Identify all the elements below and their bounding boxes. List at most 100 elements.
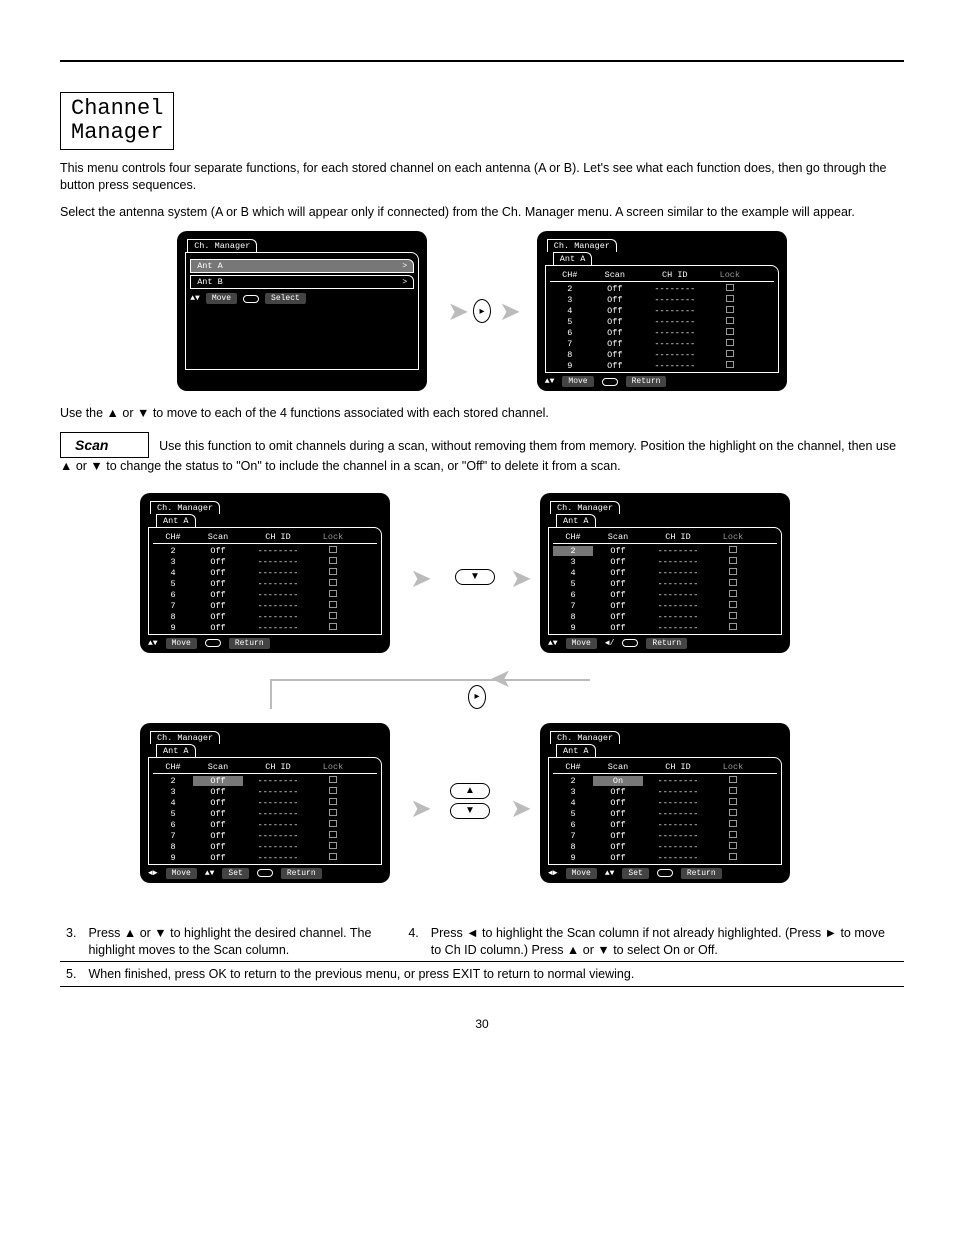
table-cell-lock bbox=[713, 776, 753, 786]
table-cell-chid: -------- bbox=[243, 590, 313, 600]
lock-icon bbox=[729, 842, 737, 849]
lock-icon bbox=[329, 798, 337, 805]
table-cell-lock bbox=[313, 853, 353, 863]
updown-icon: ▲▼ bbox=[148, 639, 158, 648]
table-cell-lock bbox=[713, 831, 753, 841]
table-cell-scan: Off bbox=[593, 853, 643, 863]
table-cell-chid: -------- bbox=[643, 853, 713, 863]
table-cell-chid: -------- bbox=[243, 776, 313, 786]
table-cell-chid: -------- bbox=[643, 601, 713, 611]
table-cell-scan: Off bbox=[193, 579, 243, 589]
table-cell-lock bbox=[713, 601, 753, 611]
table-cell-lock bbox=[713, 568, 753, 578]
table-cell-chid: -------- bbox=[643, 831, 713, 841]
table-cell-lock bbox=[713, 623, 753, 633]
table-cell-scan: Off bbox=[593, 590, 643, 600]
table-cell-lock bbox=[713, 612, 753, 622]
flow-arrow: ➤ ▸ ➤ bbox=[447, 296, 517, 327]
table-cell-lock bbox=[713, 787, 753, 797]
table-cell-ch: 2 bbox=[553, 546, 593, 556]
lock-icon bbox=[729, 776, 737, 783]
table-cell-ch: 7 bbox=[553, 831, 593, 841]
leftright-icon: ◄► bbox=[148, 869, 158, 878]
table-cell-chid: -------- bbox=[243, 579, 313, 589]
steps-table: 3. Press ▲ or ▼ to highlight the desired… bbox=[60, 923, 904, 988]
table-cell-lock bbox=[710, 361, 750, 371]
table-cell-lock bbox=[313, 787, 353, 797]
table-cell-ch: 7 bbox=[553, 601, 593, 611]
table-cell-chid: -------- bbox=[243, 601, 313, 611]
menu-item-ant-b[interactable]: Ant B> bbox=[190, 275, 414, 289]
hint-move: Move bbox=[206, 293, 237, 304]
lock-icon bbox=[729, 568, 737, 575]
table-cell-chid: -------- bbox=[643, 546, 713, 556]
table-cell-scan: Off bbox=[193, 557, 243, 567]
table-cell-ch: 3 bbox=[153, 787, 193, 797]
table-cell-ch: 8 bbox=[553, 612, 593, 622]
step-number: 5. bbox=[60, 961, 82, 987]
table-cell-lock bbox=[710, 317, 750, 327]
table-cell-chid: -------- bbox=[640, 295, 710, 305]
lock-icon bbox=[329, 612, 337, 619]
table-cell-chid: -------- bbox=[640, 328, 710, 338]
table-cell-ch: 2 bbox=[553, 776, 593, 786]
table-cell-ch: 5 bbox=[550, 317, 590, 327]
table-cell-lock bbox=[713, 579, 753, 589]
col-lock: Lock bbox=[710, 270, 750, 280]
lock-icon bbox=[729, 820, 737, 827]
updown-icon: ▲▼ bbox=[205, 869, 215, 878]
table-cell-ch: 5 bbox=[153, 809, 193, 819]
remote-right-button[interactable]: ▸ bbox=[468, 685, 486, 709]
lock-icon bbox=[329, 809, 337, 816]
table-cell-scan: Off bbox=[593, 546, 643, 556]
table-cell-ch: 7 bbox=[153, 601, 193, 611]
table-cell-chid: -------- bbox=[640, 339, 710, 349]
remote-down-button[interactable]: ▼ bbox=[450, 803, 490, 819]
table-cell-chid: -------- bbox=[643, 776, 713, 786]
table-cell-ch: 8 bbox=[550, 350, 590, 360]
table-cell-chid: -------- bbox=[643, 557, 713, 567]
menu-item-ant-a[interactable]: Ant A> bbox=[190, 259, 414, 273]
table-cell-ch: 2 bbox=[153, 546, 193, 556]
table-cell-ch: 7 bbox=[550, 339, 590, 349]
table-cell-chid: -------- bbox=[640, 306, 710, 316]
lock-icon bbox=[329, 820, 337, 827]
tv-screen-step-c: Ch. Manager Ant A CH# Scan CH ID Lock 2O… bbox=[140, 723, 390, 883]
table-cell-chid: -------- bbox=[243, 546, 313, 556]
table-cell-chid: -------- bbox=[640, 350, 710, 360]
remote-right-button[interactable]: ▸ bbox=[473, 299, 491, 323]
table-cell-ch: 9 bbox=[550, 361, 590, 371]
scan-section-label: Scan bbox=[60, 432, 149, 458]
table-cell-lock bbox=[713, 842, 753, 852]
table-cell-ch: 5 bbox=[553, 579, 593, 589]
lock-icon bbox=[729, 557, 737, 564]
table-cell-chid: -------- bbox=[243, 831, 313, 841]
table-cell-scan: Off bbox=[590, 350, 640, 360]
tv-tab-title: Ch. Manager bbox=[547, 239, 617, 252]
table-cell-scan: Off bbox=[593, 612, 643, 622]
table-cell-ch: 8 bbox=[553, 842, 593, 852]
move-paragraph: Use the ▲ or ▼ to move to each of the 4 … bbox=[60, 405, 904, 422]
table-cell-scan: Off bbox=[593, 557, 643, 567]
table-cell-scan: Off bbox=[193, 546, 243, 556]
remote-up-button[interactable]: ▲ bbox=[450, 783, 490, 799]
table-cell-scan: Off bbox=[593, 831, 643, 841]
hint-return: Return bbox=[626, 376, 667, 387]
hint-move: Move bbox=[562, 376, 593, 387]
lock-icon bbox=[726, 350, 734, 357]
table-cell-chid: -------- bbox=[643, 568, 713, 578]
lock-icon bbox=[726, 328, 734, 335]
table-cell-scan: Off bbox=[593, 787, 643, 797]
lock-icon bbox=[329, 842, 337, 849]
table-cell-chid: -------- bbox=[243, 853, 313, 863]
table-cell-ch: 3 bbox=[153, 557, 193, 567]
lock-icon bbox=[729, 579, 737, 586]
table-cell-chid: -------- bbox=[643, 798, 713, 808]
table-cell-lock bbox=[313, 809, 353, 819]
remote-down-button[interactable]: ▼ bbox=[455, 569, 495, 585]
table-cell-ch: 5 bbox=[553, 809, 593, 819]
select-antenna-paragraph: Select the antenna system (A or B which … bbox=[60, 204, 904, 221]
arrow-right-icon: ➤ bbox=[447, 296, 465, 327]
step-text: When finished, press OK to return to the… bbox=[82, 961, 904, 987]
table-cell-scan: Off bbox=[593, 579, 643, 589]
